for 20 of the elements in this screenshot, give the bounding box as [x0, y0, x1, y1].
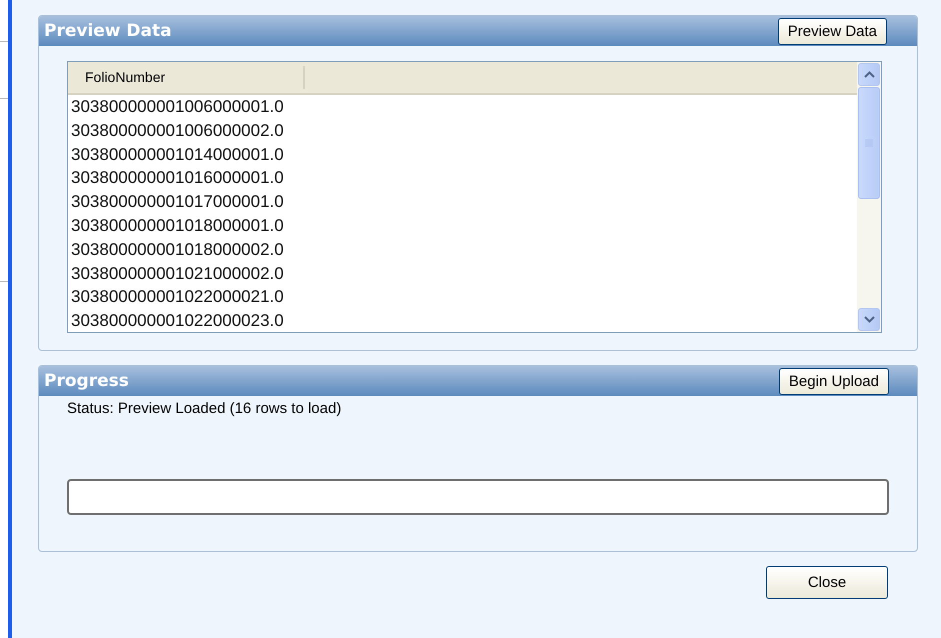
table-cell-text: 303800000001022000023.0 — [70, 310, 285, 332]
begin-upload-button[interactable]: Begin Upload — [778, 368, 889, 394]
scroll-up-icon[interactable] — [858, 63, 880, 86]
table-cell-text: 303800000001018000002.0 — [70, 238, 285, 261]
scrollbar[interactable] — [857, 62, 881, 332]
table-cell-text: 303800000001016000001.0 — [70, 167, 285, 190]
table-cell-text: 303800000001017000001.0 — [70, 191, 285, 214]
scroll-down-icon[interactable] — [858, 308, 880, 331]
table-cell-text: 303800000001018000001.0 — [70, 214, 285, 237]
table-cell-text: 303800000001022000021.0 — [70, 286, 285, 308]
preview-data-button[interactable]: Preview Data — [778, 18, 887, 44]
table-cell-text: 303800000001021000002.0 — [70, 262, 285, 285]
status-text: Status: Preview Loaded (16 rows to load) — [67, 400, 342, 417]
panel-title: Preview Data — [44, 21, 172, 41]
close-button[interactable]: Close — [766, 566, 888, 599]
scroll-thumb[interactable] — [858, 87, 880, 199]
panel-title: Progress — [44, 371, 129, 391]
table-cell-text: 303800000001014000001.0 — [70, 144, 285, 166]
table-cell-text: 303800000001006000001.0 — [70, 96, 285, 118]
table-cell-text: 303800000001006000002.0 — [70, 120, 285, 142]
